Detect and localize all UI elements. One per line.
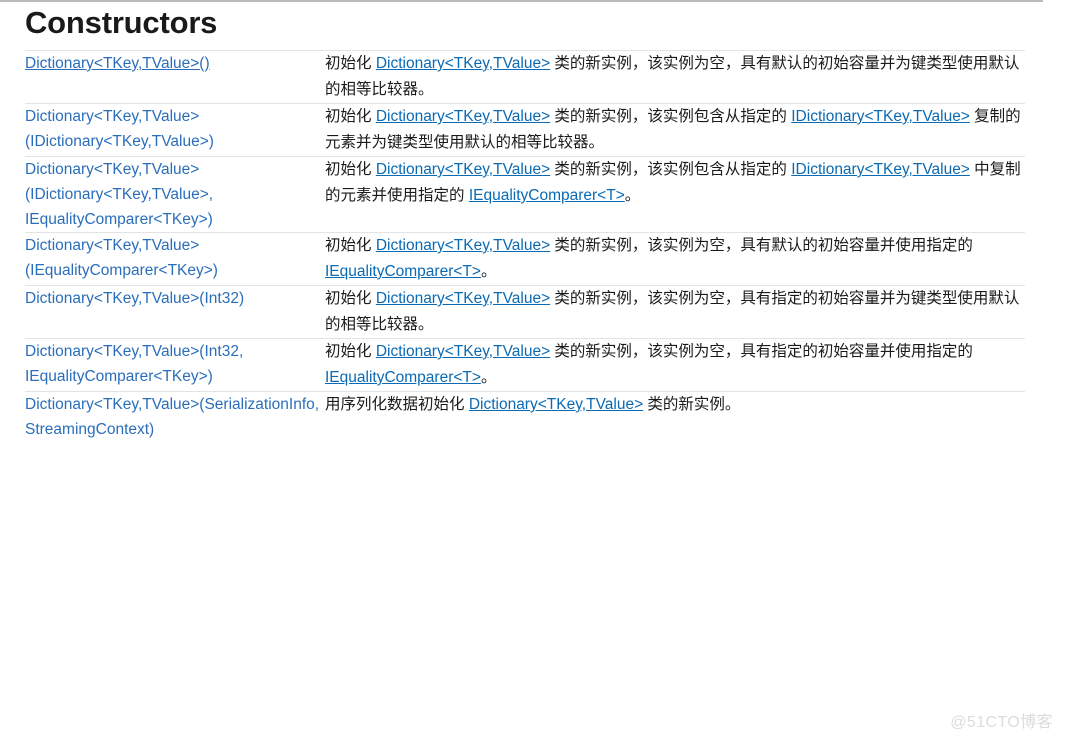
constructor-description-cell: 初始化 Dictionary<TKey,TValue> 类的新实例，该实例包含从… xyxy=(325,104,1025,156)
description-link[interactable]: IDictionary<TKey,TValue> xyxy=(791,108,970,125)
signature-link[interactable]: Dictionary<TKey,TValue>(IDictionary<TKey… xyxy=(25,108,214,150)
page-title: Constructors xyxy=(25,5,218,40)
description-text: 类的新实例，该实例包含从指定的 xyxy=(550,108,792,125)
constructor-signature-cell: Dictionary<TKey,TValue>(Int32, IEquality… xyxy=(25,339,325,391)
constructor-description-cell: 初始化 Dictionary<TKey,TValue> 类的新实例，该实例包含从… xyxy=(325,157,1025,232)
constructor-description-cell: 初始化 Dictionary<TKey,TValue> 类的新实例，该实例为空，… xyxy=(325,51,1025,103)
description-text: 。 xyxy=(480,263,497,280)
table-row: Dictionary<TKey,TValue>(IDictionary<TKey… xyxy=(25,157,1025,232)
description-text: 初始化 xyxy=(325,108,376,125)
constructor-description-cell: 初始化 Dictionary<TKey,TValue> 类的新实例，该实例为空，… xyxy=(325,286,1025,338)
description-text: 初始化 xyxy=(325,161,376,178)
signature-link[interactable]: Dictionary<TKey,TValue>(Int32, IEquality… xyxy=(25,343,243,385)
constructors-page: Constructors Dictionary<TKey,TValue>() 初始… xyxy=(0,0,1069,442)
signature-link[interactable]: Dictionary<TKey,TValue>(SerializationInf… xyxy=(25,396,319,438)
description-text: 初始化 xyxy=(325,343,376,360)
constructor-signature-cell: Dictionary<TKey,TValue>(IDictionary<TKey… xyxy=(25,104,325,156)
table-row: Dictionary<TKey,TValue>(IEqualityCompare… xyxy=(25,233,1025,285)
description-link[interactable]: IEqualityComparer<T> xyxy=(469,187,625,204)
signature-link[interactable]: Dictionary<TKey,TValue>(IDictionary<TKey… xyxy=(25,161,213,228)
constructor-description-cell: 用序列化数据初始化 Dictionary<TKey,TValue> 类的新实例。 xyxy=(325,392,1025,442)
description-text: 类的新实例，该实例包含从指定的 xyxy=(550,161,792,178)
constructors-table: Dictionary<TKey,TValue>() 初始化 Dictionary<… xyxy=(25,51,1025,442)
table-row: Dictionary<TKey,TValue>(IDictionary<TKey… xyxy=(25,104,1025,156)
description-text: 用序列化数据初始化 xyxy=(325,396,469,413)
description-text: 初始化 xyxy=(325,55,376,72)
table-row: Dictionary<TKey,TValue>(Int32) 初始化 Dictio… xyxy=(25,286,1025,338)
constructor-signature-cell: Dictionary<TKey,TValue>(SerializationInf… xyxy=(25,392,325,442)
description-link[interactable]: IDictionary<TKey,TValue> xyxy=(791,161,970,178)
description-link[interactable]: IEqualityComparer<T> xyxy=(325,263,481,280)
constructor-signature-cell: Dictionary<TKey,TValue>(IDictionary<TKey… xyxy=(25,157,325,232)
description-link[interactable]: IEqualityComparer<T> xyxy=(325,369,481,386)
description-text: 类的新实例，该实例为空，具有默认的初始容量并使用指定的 xyxy=(550,237,973,254)
table-row: Dictionary<TKey,TValue>(Int32, IEquality… xyxy=(25,339,1025,391)
description-text: 初始化 xyxy=(325,237,376,254)
constructor-description-cell: 初始化 Dictionary<TKey,TValue> 类的新实例，该实例为空，… xyxy=(325,233,1025,285)
description-link[interactable]: Dictionary<TKey,TValue> xyxy=(469,396,643,413)
description-text: 类的新实例。 xyxy=(643,396,741,413)
description-link[interactable]: Dictionary<TKey,TValue> xyxy=(376,290,550,307)
description-text: 。 xyxy=(624,187,641,204)
description-link[interactable]: Dictionary<TKey,TValue> xyxy=(376,161,550,178)
constructor-description-cell: 初始化 Dictionary<TKey,TValue> 类的新实例，该实例为空，… xyxy=(325,339,1025,391)
watermark: @51CTO博客 xyxy=(950,714,1053,731)
description-text: 。 xyxy=(480,369,497,386)
description-link[interactable]: Dictionary<TKey,TValue> xyxy=(376,343,550,360)
description-text: 类的新实例，该实例为空，具有指定的初始容量并使用指定的 xyxy=(550,343,973,360)
signature-link[interactable]: Dictionary<TKey,TValue>(Int32) xyxy=(25,290,244,307)
description-text: 初始化 xyxy=(325,290,376,307)
constructor-signature-cell: Dictionary<TKey,TValue>() xyxy=(25,51,325,103)
description-link[interactable]: Dictionary<TKey,TValue> xyxy=(376,237,550,254)
signature-link[interactable]: Dictionary<TKey,TValue>(IEqualityCompare… xyxy=(25,237,218,279)
table-row: Dictionary<TKey,TValue>() 初始化 Dictionary<… xyxy=(25,51,1025,103)
description-link[interactable]: Dictionary<TKey,TValue> xyxy=(376,55,550,72)
constructors-table-body: Dictionary<TKey,TValue>() 初始化 Dictionary<… xyxy=(25,51,1025,442)
constructor-signature-cell: Dictionary<TKey,TValue>(Int32) xyxy=(25,286,325,338)
signature-link[interactable]: Dictionary<TKey,TValue>() xyxy=(25,55,210,72)
description-link[interactable]: Dictionary<TKey,TValue> xyxy=(376,108,550,125)
constructor-signature-cell: Dictionary<TKey,TValue>(IEqualityCompare… xyxy=(25,233,325,285)
table-row: Dictionary<TKey,TValue>(SerializationInf… xyxy=(25,392,1025,442)
